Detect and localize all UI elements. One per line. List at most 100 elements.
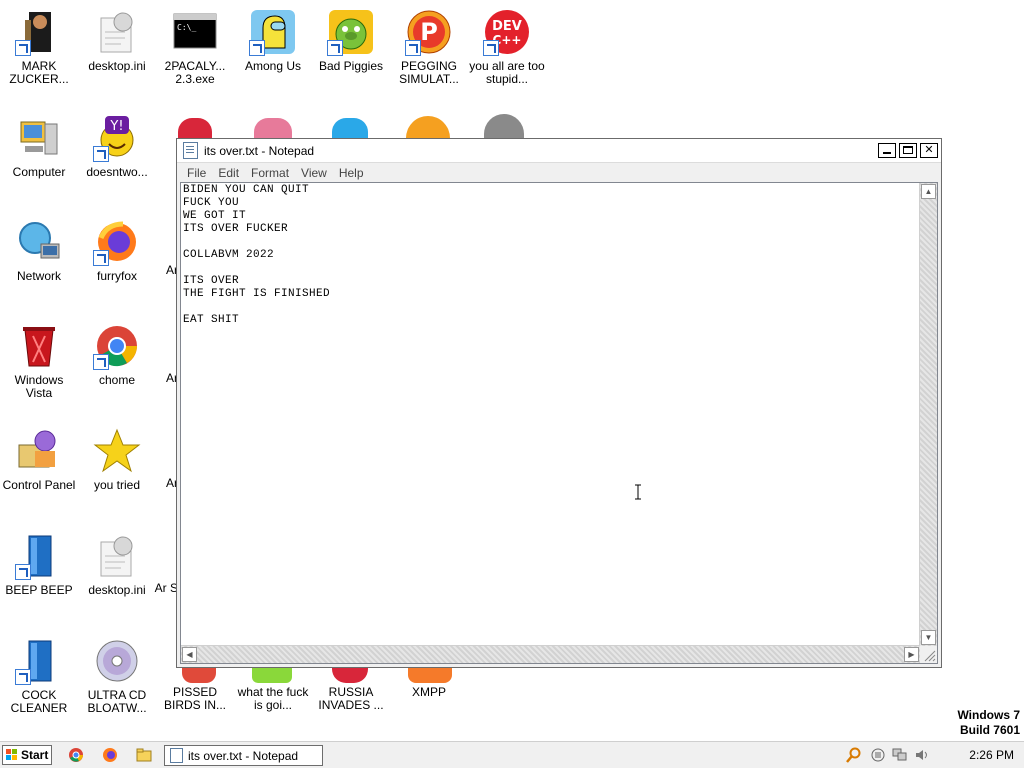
bad-piggies-icon bbox=[327, 8, 375, 56]
desktop-icon-partial-2[interactable]: Ar bbox=[130, 372, 178, 385]
desktop-icon-pegging-simulator[interactable]: P PEGGING SIMULAT... bbox=[390, 8, 468, 86]
minimize-button[interactable] bbox=[878, 143, 896, 158]
window-title: its over.txt - Notepad bbox=[204, 143, 315, 158]
partial-icon-peggle bbox=[406, 116, 450, 138]
icon-label: XMPP bbox=[411, 685, 446, 699]
icon-label: COCK CLEANER bbox=[10, 688, 68, 715]
person-icon bbox=[15, 8, 63, 56]
partial-icon-birds-bottom bbox=[182, 667, 216, 683]
shortcut-arrow-icon bbox=[405, 40, 421, 56]
volume-icon[interactable] bbox=[914, 747, 930, 763]
shortcut-arrow-icon bbox=[15, 669, 31, 685]
chrome-quicklaunch-icon[interactable] bbox=[68, 747, 84, 763]
desktop-icon-cock-cleaner[interactable]: COCK CLEANER bbox=[0, 637, 78, 715]
network-tray-icon[interactable] bbox=[892, 747, 908, 763]
scroll-right-button[interactable]: ▶ bbox=[904, 647, 919, 662]
menu-edit[interactable]: Edit bbox=[212, 166, 245, 180]
shortcut-arrow-icon bbox=[15, 564, 31, 580]
desktop-icon-desktop-ini[interactable]: desktop.ini bbox=[78, 8, 156, 73]
desktop-icon-doesntwork[interactable]: Y! doesntwo... bbox=[78, 114, 156, 179]
vertical-scrollbar[interactable]: ▲ ▼ bbox=[919, 183, 937, 646]
close-icon: ✕ bbox=[924, 144, 934, 156]
desktop-icon-mark-zuckerberg[interactable]: MARK ZUCKER... bbox=[0, 8, 78, 86]
desktop-icon-what-the-fuck[interactable]: what the fuck is goi... bbox=[234, 686, 312, 712]
icon-label: Computer bbox=[12, 165, 66, 179]
icon-label: Control Panel bbox=[2, 478, 76, 492]
partial-icon-angry-birds bbox=[178, 118, 212, 138]
desktop-icon-dev-cpp[interactable]: DEV C++ you all are too stupid... bbox=[468, 8, 546, 86]
maximize-button[interactable] bbox=[899, 143, 917, 158]
desktop-icon-beep-beep[interactable]: BEEP BEEP bbox=[0, 532, 78, 597]
icon-label: PISSED BIRDS IN... bbox=[163, 685, 226, 712]
icon-label: Ar bbox=[166, 263, 178, 277]
taskbar-notepad-label: its over.txt - Notepad bbox=[188, 748, 299, 763]
globe-icon bbox=[15, 218, 63, 266]
desktop-icon-xmpp[interactable]: XMPP bbox=[390, 686, 468, 699]
clock[interactable]: 2:26 PM bbox=[969, 748, 1014, 762]
menu-help[interactable]: Help bbox=[333, 166, 370, 180]
title-bar[interactable]: its over.txt - Notepad ✕ bbox=[177, 139, 941, 163]
peggle-icon: P bbox=[405, 8, 453, 56]
icon-label: Windows Vista bbox=[14, 373, 64, 400]
icon-label: 2PACALY... 2.3.exe bbox=[164, 59, 226, 86]
scroll-left-button[interactable]: ◀ bbox=[182, 647, 197, 662]
minimize-icon bbox=[883, 152, 891, 154]
document-text[interactable]: BIDEN YOU CAN QUIT FUCK YOU WE GOT IT IT… bbox=[183, 184, 919, 645]
desktop-icon-computer[interactable]: Computer bbox=[0, 114, 78, 179]
menu-file[interactable]: File bbox=[181, 166, 212, 180]
folder-quicklaunch-icon[interactable] bbox=[136, 747, 152, 763]
desktop-icon-network[interactable]: Network bbox=[0, 218, 78, 283]
close-button[interactable]: ✕ bbox=[920, 143, 938, 158]
shortcut-arrow-icon bbox=[93, 354, 109, 370]
icon-label: desktop.ini bbox=[88, 59, 146, 73]
keyboard-layout-icon[interactable] bbox=[870, 747, 886, 763]
icon-label: doesntwo... bbox=[86, 165, 148, 179]
partial-icon-russia-bottom bbox=[332, 667, 368, 683]
shortcut-arrow-icon bbox=[249, 40, 265, 56]
cd-disc-icon bbox=[93, 637, 141, 685]
svg-text:C:\_: C:\_ bbox=[177, 23, 196, 32]
windows-build-watermark: Windows 7 Build 7601 bbox=[957, 708, 1020, 738]
scroll-up-button[interactable]: ▲ bbox=[921, 184, 936, 199]
maximize-icon bbox=[903, 146, 913, 154]
desktop-icon-ultra-cd-bloatware[interactable]: ULTRA CD BLOATW... bbox=[78, 637, 156, 715]
desktop-icon-russia-invades[interactable]: RUSSIA INVADES ... bbox=[312, 686, 390, 712]
notepad-icon bbox=[170, 748, 183, 763]
start-button[interactable]: Start bbox=[2, 745, 52, 765]
icon-label: Network bbox=[16, 269, 61, 283]
shortcut-arrow-icon bbox=[15, 40, 31, 56]
star-icon bbox=[93, 427, 141, 475]
watermark-line-2: Build 7601 bbox=[959, 723, 1020, 737]
menu-format[interactable]: Format bbox=[245, 166, 295, 180]
desktop-icon-partial-3[interactable]: Ar bbox=[130, 477, 178, 490]
horizontal-scrollbar[interactable]: ◀ ▶ bbox=[181, 645, 920, 663]
partial-icon-pink bbox=[254, 118, 292, 138]
desktop-icon-pissed-birds[interactable]: PISSED BIRDS IN... bbox=[156, 686, 234, 712]
resize-grip[interactable] bbox=[920, 646, 937, 663]
scroll-down-button[interactable]: ▼ bbox=[921, 630, 936, 645]
search-icon[interactable] bbox=[846, 747, 862, 763]
shortcut-arrow-icon bbox=[93, 146, 109, 162]
firefox-quicklaunch-icon[interactable] bbox=[102, 747, 118, 763]
desktop-icon-2pacalypse[interactable]: C:\_ 2PACALY... 2.3.exe bbox=[156, 8, 234, 86]
yahoo-messenger-icon: Y! bbox=[93, 114, 141, 162]
text-editor[interactable]: BIDEN YOU CAN QUIT FUCK YOU WE GOT IT IT… bbox=[180, 182, 938, 664]
settings-file-icon bbox=[93, 8, 141, 56]
taskbar-notepad-button[interactable]: its over.txt - Notepad bbox=[164, 745, 323, 766]
icon-label: Among Us bbox=[244, 59, 302, 73]
resize-grip-icon bbox=[924, 650, 936, 662]
ibeam-cursor-icon bbox=[635, 484, 641, 500]
desktop-icon-partial-1[interactable]: Ar bbox=[130, 264, 178, 277]
desktop-icon-partial-4[interactable]: Ar S bbox=[130, 582, 178, 595]
taskbar: Start its over.txt - Notepad 2:26 PM bbox=[0, 741, 1024, 768]
desktop-icon-control-panel[interactable]: Control Panel bbox=[0, 427, 78, 492]
desktop-icon-recycle-bin[interactable]: Windows Vista bbox=[0, 322, 78, 400]
partial-icon-gem bbox=[332, 118, 368, 138]
menu-view[interactable]: View bbox=[295, 166, 333, 180]
computer-icon bbox=[15, 114, 63, 162]
desktop-icon-bad-piggies[interactable]: Bad Piggies bbox=[312, 8, 390, 73]
icon-label: RUSSIA INVADES ... bbox=[318, 685, 384, 712]
partial-icon-xmpp-bottom bbox=[408, 667, 452, 683]
desktop-icon-among-us[interactable]: Among Us bbox=[234, 8, 312, 73]
notepad-window[interactable]: its over.txt - Notepad ✕ File Edit Forma… bbox=[176, 138, 942, 668]
